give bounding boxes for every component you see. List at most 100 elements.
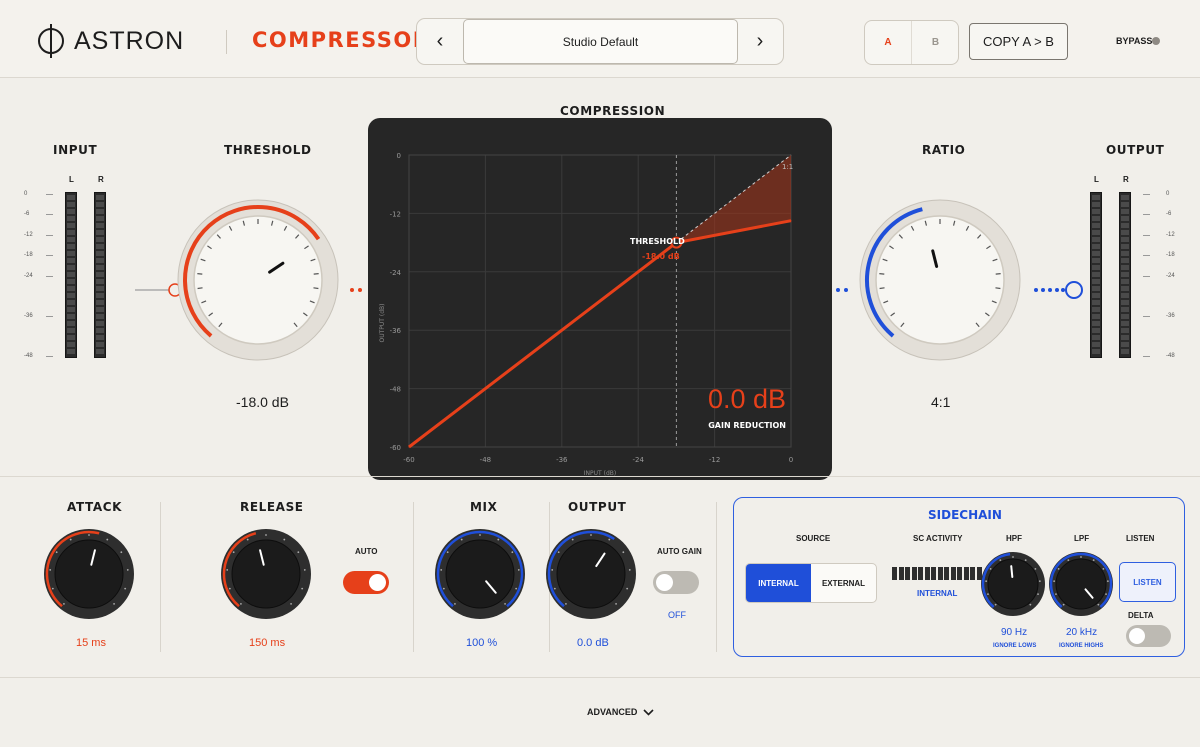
gain-reduction-value: 0.0 dB — [708, 384, 786, 414]
knob-dot — [69, 538, 72, 541]
knob-face — [445, 539, 515, 609]
meter-scale-tick — [46, 316, 53, 317]
sc-activity-bar — [937, 567, 943, 580]
auto-release-toggle[interactable] — [343, 571, 389, 594]
meter-segment — [96, 265, 104, 270]
meter-segment — [1092, 237, 1100, 242]
preset-next-button[interactable]: › — [737, 19, 783, 64]
separator — [160, 502, 161, 652]
meter-segment — [67, 258, 75, 263]
knob-face — [1055, 558, 1107, 610]
listen-button[interactable]: LISTEN — [1119, 562, 1176, 602]
preset-prev-button[interactable]: ‹ — [417, 19, 463, 64]
output-gain-value: 0.0 dB — [577, 637, 609, 649]
meter-segment — [1092, 265, 1100, 270]
meter-segment — [96, 223, 104, 228]
meter-segment — [1092, 349, 1100, 354]
meter-segment — [96, 342, 104, 347]
meter-segment — [67, 223, 75, 228]
ratio-knob[interactable] — [830, 180, 1090, 380]
knob-dot — [1105, 593, 1107, 596]
meter-segment — [96, 300, 104, 305]
delta-label: DELTA — [1128, 611, 1154, 620]
separator — [716, 502, 717, 652]
meter-segment — [1121, 244, 1129, 249]
meter-segment — [1092, 321, 1100, 326]
knob-dot — [1024, 559, 1027, 562]
sc-activity-bar — [905, 567, 910, 580]
meter-segment — [96, 335, 104, 340]
link-dot — [1061, 288, 1065, 292]
lpf-label: LPF — [1074, 534, 1090, 543]
ab-b-button[interactable]: B — [912, 21, 959, 64]
mix-knob[interactable] — [434, 528, 526, 620]
meter-scale-tick — [1143, 235, 1150, 236]
graph-x-ticks: -60 -48 -36 -24 -12 0 — [403, 456, 793, 464]
knob-face — [987, 558, 1039, 610]
attack-knob[interactable] — [43, 528, 135, 620]
knob-dot — [497, 538, 500, 541]
threshold-label: THRESHOLD — [224, 143, 312, 157]
knob-dot — [622, 551, 625, 554]
link-dot — [1041, 288, 1045, 292]
meter-segment — [1092, 223, 1100, 228]
source-internal-button[interactable]: INTERNAL — [746, 564, 811, 602]
hpf-knob[interactable] — [980, 551, 1046, 617]
meter-segment — [1121, 342, 1129, 347]
curve-point — [790, 220, 792, 222]
threshold-dot-1 — [350, 288, 354, 292]
compression-graph[interactable]: 0 -12 -24 -36 -48 -60 -60 -48 -36 -24 -12 0 THRESH… — [368, 118, 832, 480]
auto-gain-state: OFF — [668, 610, 686, 620]
lpf-value: 20 kHz — [1066, 627, 1098, 638]
x-tick-label: -48 — [480, 456, 491, 464]
knob-dot — [1029, 603, 1032, 606]
meter-segment — [1092, 279, 1100, 284]
meter-segment — [1121, 265, 1129, 270]
delta-toggle[interactable] — [1126, 625, 1171, 647]
knob-dot — [626, 587, 629, 590]
knob-tick — [879, 273, 885, 275]
knob-face — [231, 539, 301, 609]
bypass-label[interactable]: BYPASS — [1116, 36, 1152, 46]
meter-segment — [1092, 300, 1100, 305]
knob-dot — [126, 569, 129, 571]
chevron-down-icon — [643, 708, 654, 716]
preset-name-field[interactable]: Studio Default — [463, 19, 738, 64]
graph-threshold-tag: THRESHOLD — [630, 237, 685, 246]
sc-activity-bar — [918, 567, 923, 580]
ab-a-button[interactable]: A — [865, 21, 912, 64]
attack-label: ATTACK — [67, 500, 123, 514]
output-gain-knob[interactable] — [545, 528, 637, 620]
knob-dot — [994, 603, 997, 606]
auto-gain-toggle[interactable] — [653, 571, 699, 594]
knob-dot — [63, 602, 65, 605]
knob-pointer — [1010, 565, 1014, 579]
knob-dot — [989, 568, 992, 570]
advanced-toggle[interactable]: ADVANCED — [587, 707, 654, 717]
meter-segment — [67, 349, 75, 354]
knob-face — [556, 539, 626, 609]
meter-segment — [96, 216, 104, 221]
knob-face — [54, 539, 124, 609]
knob-dot — [49, 569, 52, 571]
knob-dot — [460, 538, 463, 541]
bypass-indicator-icon[interactable] — [1152, 37, 1160, 45]
footer-divider — [0, 677, 1200, 678]
knob-dot — [232, 551, 235, 554]
meter-segment — [67, 209, 75, 214]
knob-dot — [442, 587, 445, 590]
knob-dot — [446, 551, 449, 554]
y-tick-label: 0 — [397, 152, 401, 160]
knob-dot — [283, 538, 286, 541]
lpf-knob[interactable] — [1048, 551, 1114, 617]
copy-a-to-b-button[interactable]: COPY A > B — [969, 23, 1068, 60]
knob-dot — [1057, 568, 1060, 570]
gain-reduction-label: GAIN REDUCTION — [708, 421, 786, 430]
meter-segment — [96, 307, 104, 312]
source-external-button[interactable]: EXTERNAL — [811, 564, 876, 602]
ratio-handle[interactable] — [1065, 281, 1083, 299]
meter-scale-label: -48 — [24, 353, 33, 359]
sc-activity-bar — [976, 567, 982, 580]
threshold-knob[interactable] — [130, 180, 370, 400]
release-knob[interactable] — [220, 528, 312, 620]
